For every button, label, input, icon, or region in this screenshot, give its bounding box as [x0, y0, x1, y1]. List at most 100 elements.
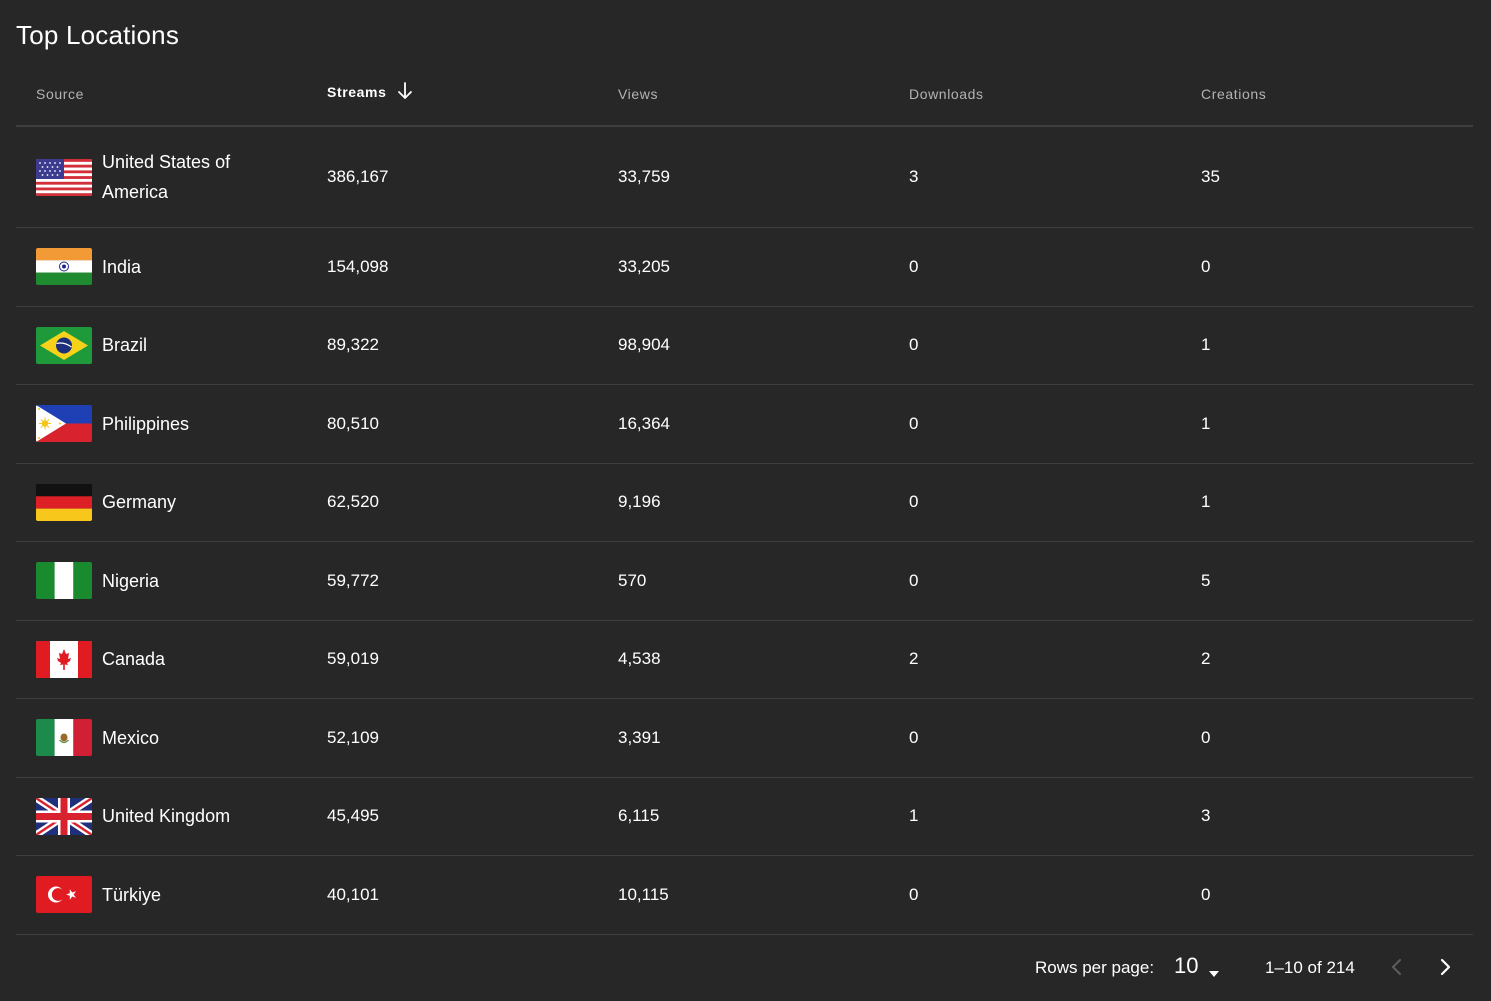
flag-mexico-icon — [36, 719, 92, 757]
views-cell: 3,391 — [618, 698, 909, 778]
column-header-creations-label: Creations — [1201, 85, 1267, 102]
flag-uk-icon — [36, 797, 92, 835]
streams-cell: 59,772 — [327, 541, 618, 621]
country-name: Türkiye — [102, 884, 162, 905]
downloads-cell: 2 — [909, 620, 1201, 699]
creations-cell: 3 — [1201, 777, 1473, 856]
source-cell: Germany — [16, 463, 327, 542]
streams-cell: 59,019 — [327, 620, 618, 699]
country-name: Brazil — [102, 335, 148, 356]
country-name: Mexico — [102, 727, 160, 748]
table-row: Türkiye 40,101 10,115 0 0 — [16, 855, 1473, 935]
source-cell: United Kingdom — [16, 777, 327, 856]
caret-down-icon[interactable] — [1208, 963, 1220, 983]
downloads-cell: 0 — [909, 227, 1201, 307]
table-row: Canada 59,019 4,538 2 2 — [16, 620, 1473, 699]
downloads-cell: 0 — [909, 306, 1201, 385]
flag-philippines-icon — [36, 405, 92, 443]
downloads-cell: 0 — [909, 384, 1201, 464]
source-cell: Canada — [16, 620, 327, 699]
views-cell: 4,538 — [618, 620, 909, 699]
views-cell: 6,115 — [618, 777, 909, 856]
flag-nigeria-icon — [36, 562, 92, 600]
pagination-bar: Rows per page: 10 1–10 of 214 — [0, 946, 1491, 988]
chevron-right-icon — [1440, 958, 1451, 976]
locations-table: Source Streams Views Downloads Creations — [16, 62, 1473, 935]
streams-cell: 80,510 — [327, 384, 618, 464]
creations-cell: 0 — [1201, 855, 1473, 935]
source-cell: Nigeria — [16, 541, 327, 621]
creations-cell: 0 — [1201, 227, 1473, 307]
country-name: Canada — [102, 649, 166, 670]
streams-cell: 386,167 — [327, 126, 618, 228]
table-row: India 154,098 33,205 0 0 — [16, 227, 1473, 307]
views-cell: 33,205 — [618, 227, 909, 307]
column-header-streams[interactable]: Streams — [327, 62, 618, 127]
column-header-downloads-label: Downloads — [909, 85, 984, 102]
source-cell: Mexico — [16, 698, 327, 778]
country-name: India — [102, 256, 142, 277]
table-row: Brazil 89,322 98,904 0 1 — [16, 306, 1473, 385]
column-header-streams-label: Streams — [327, 84, 387, 101]
source-cell: India — [16, 227, 327, 307]
creations-cell: 5 — [1201, 541, 1473, 621]
chevron-left-icon — [1392, 959, 1401, 975]
table-row: Nigeria 59,772 570 0 5 — [16, 541, 1473, 621]
flag-canada-icon — [36, 640, 92, 678]
previous-page-button[interactable] — [1386, 954, 1408, 980]
streams-cell: 62,520 — [327, 463, 618, 542]
downloads-cell: 3 — [909, 126, 1201, 228]
country-name: Germany — [102, 492, 177, 513]
streams-cell: 89,322 — [327, 306, 618, 385]
flag-turkiye-icon — [36, 876, 92, 914]
column-header-views[interactable]: Views — [618, 62, 909, 127]
country-name: Philippines — [102, 413, 190, 434]
views-cell: 570 — [618, 541, 909, 621]
flag-brazil-icon — [36, 326, 92, 364]
flag-india-icon — [36, 248, 92, 286]
source-cell: Brazil — [16, 306, 327, 385]
streams-cell: 45,495 — [327, 777, 618, 856]
table-row: Philippines 80,510 16,364 0 1 — [16, 384, 1473, 464]
creations-cell: 1 — [1201, 384, 1473, 464]
downloads-cell: 0 — [909, 541, 1201, 621]
table-row: Germany 62,520 9,196 0 1 — [16, 463, 1473, 542]
rows-per-page-select[interactable]: 10 — [1174, 953, 1198, 979]
page-title: Top Locations — [16, 20, 180, 50]
column-header-source[interactable]: Source — [16, 62, 327, 127]
source-cell: Philippines — [16, 384, 327, 464]
next-page-button[interactable] — [1434, 954, 1456, 980]
table-row: United Kingdom 45,495 6,115 1 3 — [16, 777, 1473, 856]
streams-cell: 52,109 — [327, 698, 618, 778]
downloads-cell: 0 — [909, 855, 1201, 935]
views-cell: 16,364 — [618, 384, 909, 464]
country-name: Nigeria — [102, 570, 160, 591]
downloads-cell: 1 — [909, 777, 1201, 856]
downloads-cell: 0 — [909, 463, 1201, 542]
table-header-row: Source Streams Views Downloads Creations — [16, 62, 1473, 127]
country-name: United Kingdom — [102, 806, 231, 827]
creations-cell: 2 — [1201, 620, 1473, 699]
country-name: United States of America — [102, 152, 231, 202]
top-locations-panel: Top Locations Source Streams Views Downl… — [0, 0, 1491, 1001]
downloads-cell: 0 — [909, 698, 1201, 778]
rows-per-page-label: Rows per page: — [1035, 958, 1155, 977]
arrow-down-icon[interactable] — [397, 81, 413, 103]
views-cell: 33,759 — [618, 126, 909, 228]
table-row: United States of America 386,167 33,759 … — [16, 126, 1473, 228]
creations-cell: 35 — [1201, 126, 1473, 228]
flag-usa-icon — [36, 158, 92, 196]
source-cell: Türkiye — [16, 855, 327, 935]
pagination-range: 1–10 of 214 — [1265, 958, 1355, 977]
streams-cell: 154,098 — [327, 227, 618, 307]
column-header-source-label: Source — [36, 85, 84, 102]
views-cell: 98,904 — [618, 306, 909, 385]
views-cell: 9,196 — [618, 463, 909, 542]
column-header-downloads[interactable]: Downloads — [909, 62, 1201, 127]
views-cell: 10,115 — [618, 855, 909, 935]
column-header-creations[interactable]: Creations — [1201, 62, 1473, 127]
creations-cell: 0 — [1201, 698, 1473, 778]
table-row: Mexico 52,109 3,391 0 0 — [16, 698, 1473, 778]
creations-cell: 1 — [1201, 463, 1473, 542]
source-cell: United States of America — [16, 126, 327, 228]
